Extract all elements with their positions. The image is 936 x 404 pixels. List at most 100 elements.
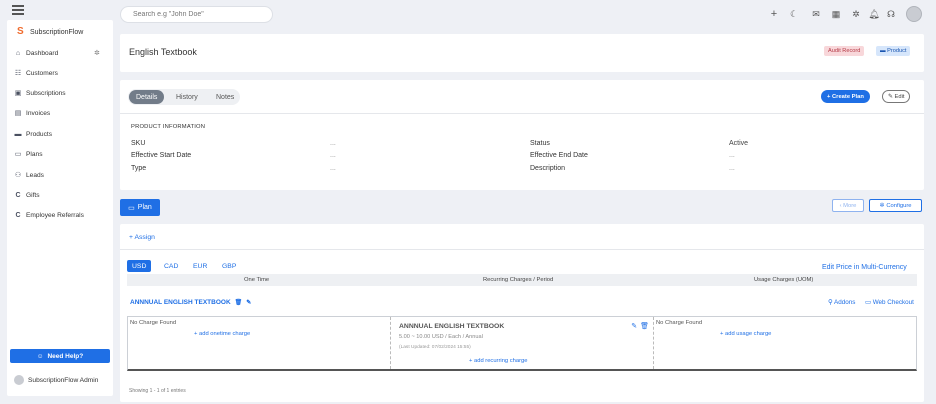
tab-history[interactable]: History [169, 90, 205, 104]
divider [120, 249, 924, 250]
currency-tab-usd[interactable]: USD [127, 260, 152, 272]
sidebar-item-label: Customers [26, 69, 58, 77]
sidebar-item-label: Dashboard [26, 49, 59, 57]
sidebar-item-products[interactable]: ▬ Products [14, 127, 106, 141]
recurring-charge-title: ANNNUAL ENGLISH TEXTBOOK [399, 323, 505, 330]
sidebar-item-label: Invoices [26, 109, 51, 117]
prop-value-effective-end-date: ... [729, 152, 735, 159]
sidebar: S SubscriptionFlow ✲ ⌂ Dashboard ☷ Custo… [7, 20, 113, 396]
column-header-one-time: One Time [244, 277, 270, 283]
box-icon: ▬ [880, 48, 886, 54]
currency-tab-cad[interactable]: CAD [159, 260, 183, 272]
gift-icon: C [15, 191, 21, 199]
sidebar-item-label: Employee Referrals [26, 211, 84, 219]
plus-icon[interactable]: + [768, 8, 780, 20]
usage-cell: No Charge Found + add usage charge [654, 317, 916, 369]
no-charge-text: No Charge Found [656, 320, 703, 326]
plan-name-link[interactable]: ANNNUAL ENGLISH TEXTBOOK [130, 299, 231, 306]
sidebar-item-employee-referrals[interactable]: C Employee Referrals [14, 208, 106, 222]
sidebar-item-subscriptions[interactable]: ▣ Subscriptions [14, 86, 106, 100]
prop-label-status: Status [530, 140, 550, 147]
trash-icon[interactable]: 🗑︎ [235, 299, 243, 306]
charges-grid: No Charge Found + add onetime charge ANN… [127, 316, 917, 371]
addons-label: Addons [834, 299, 856, 306]
create-plan-button[interactable]: + Create Plan [821, 90, 870, 103]
need-help-button[interactable]: ☺ Need Help? [10, 349, 110, 363]
currency-tab-eur[interactable]: EUR [188, 260, 212, 272]
edit-icon[interactable]: ✎ [631, 322, 637, 330]
tab-details[interactable]: Details [129, 90, 165, 104]
add-recurring-charge-link[interactable]: + add recurring charge [469, 358, 528, 364]
prop-label-description: Description [530, 165, 566, 172]
configure-button[interactable]: ✲ Configure [869, 199, 922, 212]
product-button[interactable]: ▬ Product [876, 46, 911, 56]
addons-link[interactable]: ⚲ Addons [828, 299, 855, 306]
sidebar-item-label: Plans [26, 150, 43, 158]
prop-value-effective-start-date: ... [330, 152, 336, 159]
sidebar-item-plans[interactable]: ▭ Plans [14, 147, 106, 161]
sidebar-item-label: Subscriptions [26, 89, 66, 97]
sidebar-item-label: Gifts [26, 191, 40, 199]
plan-card: + Assign USD CAD EUR GBP Edit Price in M… [120, 224, 924, 402]
sidebar-item-dashboard[interactable]: ⌂ Dashboard [14, 46, 106, 60]
calendar-icon[interactable]: ▦ [830, 8, 842, 20]
trash-icon[interactable]: 🗑︎ [640, 322, 649, 330]
audit-record-button[interactable]: Audit Record [824, 46, 865, 56]
plan-tab-button[interactable]: ▭ Plan [120, 199, 160, 216]
users-icon: ☷ [14, 70, 22, 77]
top-bar: + ☾ ✉ ▦ ✲ 🔔︎ ☊ [0, 0, 936, 30]
prop-value-status: Active [729, 140, 749, 147]
invoice-icon: ▤ [14, 110, 22, 117]
headset-icon[interactable]: ☊ [885, 8, 897, 20]
title-card: English Textbook Audit Record ▬ Product [120, 34, 924, 72]
prop-label-effective-start-date: Effective Start Date [131, 152, 192, 159]
leads-icon: ⚇ [14, 172, 22, 179]
add-onetime-charge-link[interactable]: + add onetime charge [194, 331, 250, 337]
gear-icon: ✲ [879, 202, 885, 209]
currency-tab-gbp[interactable]: GBP [217, 260, 241, 272]
section-title: PRODUCT INFORMATION [131, 124, 206, 130]
moon-icon[interactable]: ☾ [788, 8, 800, 20]
edit-price-multi-currency-link[interactable]: Edit Price in Multi-Currency [822, 264, 907, 271]
admin-profile[interactable]: SubscriptionFlow Admin [14, 375, 98, 385]
referral-icon: C [15, 211, 21, 219]
page-title: English Textbook [129, 47, 197, 57]
user-avatar[interactable] [906, 6, 922, 22]
recurring-charge-actions: ✎ 🗑︎ [631, 322, 649, 330]
search-input[interactable] [120, 6, 273, 23]
recurring-charge-price: 5.00 ~ 10.00 USD / Each / Annual [399, 334, 483, 340]
prop-value-description: ... [729, 165, 735, 172]
sidebar-item-leads[interactable]: ⚇ Leads [14, 168, 106, 182]
recurring-charge-updated: (Last Updated: 07/02/2024 15:55) [399, 345, 471, 350]
sidebar-item-customers[interactable]: ☷ Customers [14, 66, 106, 80]
edit-label: Edit [894, 93, 905, 100]
bell-icon[interactable]: 🔔︎ [868, 8, 880, 20]
sidebar-item-invoices[interactable]: ▤ Invoices [14, 106, 106, 120]
add-usage-charge-link[interactable]: + add usage charge [720, 331, 771, 337]
addons-icon: ⚲ [828, 299, 833, 306]
column-header-recurring: Recurring Charges / Period [483, 277, 554, 283]
pencil-icon[interactable]: ✎ [246, 299, 251, 306]
more-button[interactable]: ‹ More [832, 199, 864, 212]
prop-value-type: ... [330, 165, 336, 172]
subscription-icon: ▣ [14, 90, 22, 97]
admin-name: SubscriptionFlow Admin [28, 376, 99, 384]
sidebar-item-gifts[interactable]: C Gifts [14, 188, 106, 202]
web-checkout-label: Web Checkout [872, 299, 914, 306]
mail-icon[interactable]: ✉ [810, 8, 822, 20]
gear-icon[interactable]: ✲ [850, 8, 862, 20]
plan-name-row: ANNNUAL ENGLISH TEXTBOOK 🗑︎ ✎ [130, 299, 251, 306]
need-help-label: Need Help? [47, 352, 84, 360]
hamburger-menu-icon[interactable] [12, 5, 24, 15]
prop-value-sku: ... [330, 140, 336, 147]
web-checkout-link[interactable]: ▭ Web Checkout [865, 299, 914, 306]
details-card: Details History Notes + Create Plan ✎ Ed… [120, 80, 924, 190]
home-icon: ⌂ [15, 49, 21, 57]
plan-label: Plan [137, 204, 152, 211]
brand[interactable]: S SubscriptionFlow [17, 27, 83, 37]
no-charge-text: No Charge Found [130, 320, 177, 326]
edit-button[interactable]: ✎ Edit [882, 90, 911, 103]
assign-link[interactable]: + Assign [129, 234, 155, 241]
brand-name: SubscriptionFlow [30, 28, 84, 36]
tab-notes[interactable]: Notes [209, 90, 241, 104]
